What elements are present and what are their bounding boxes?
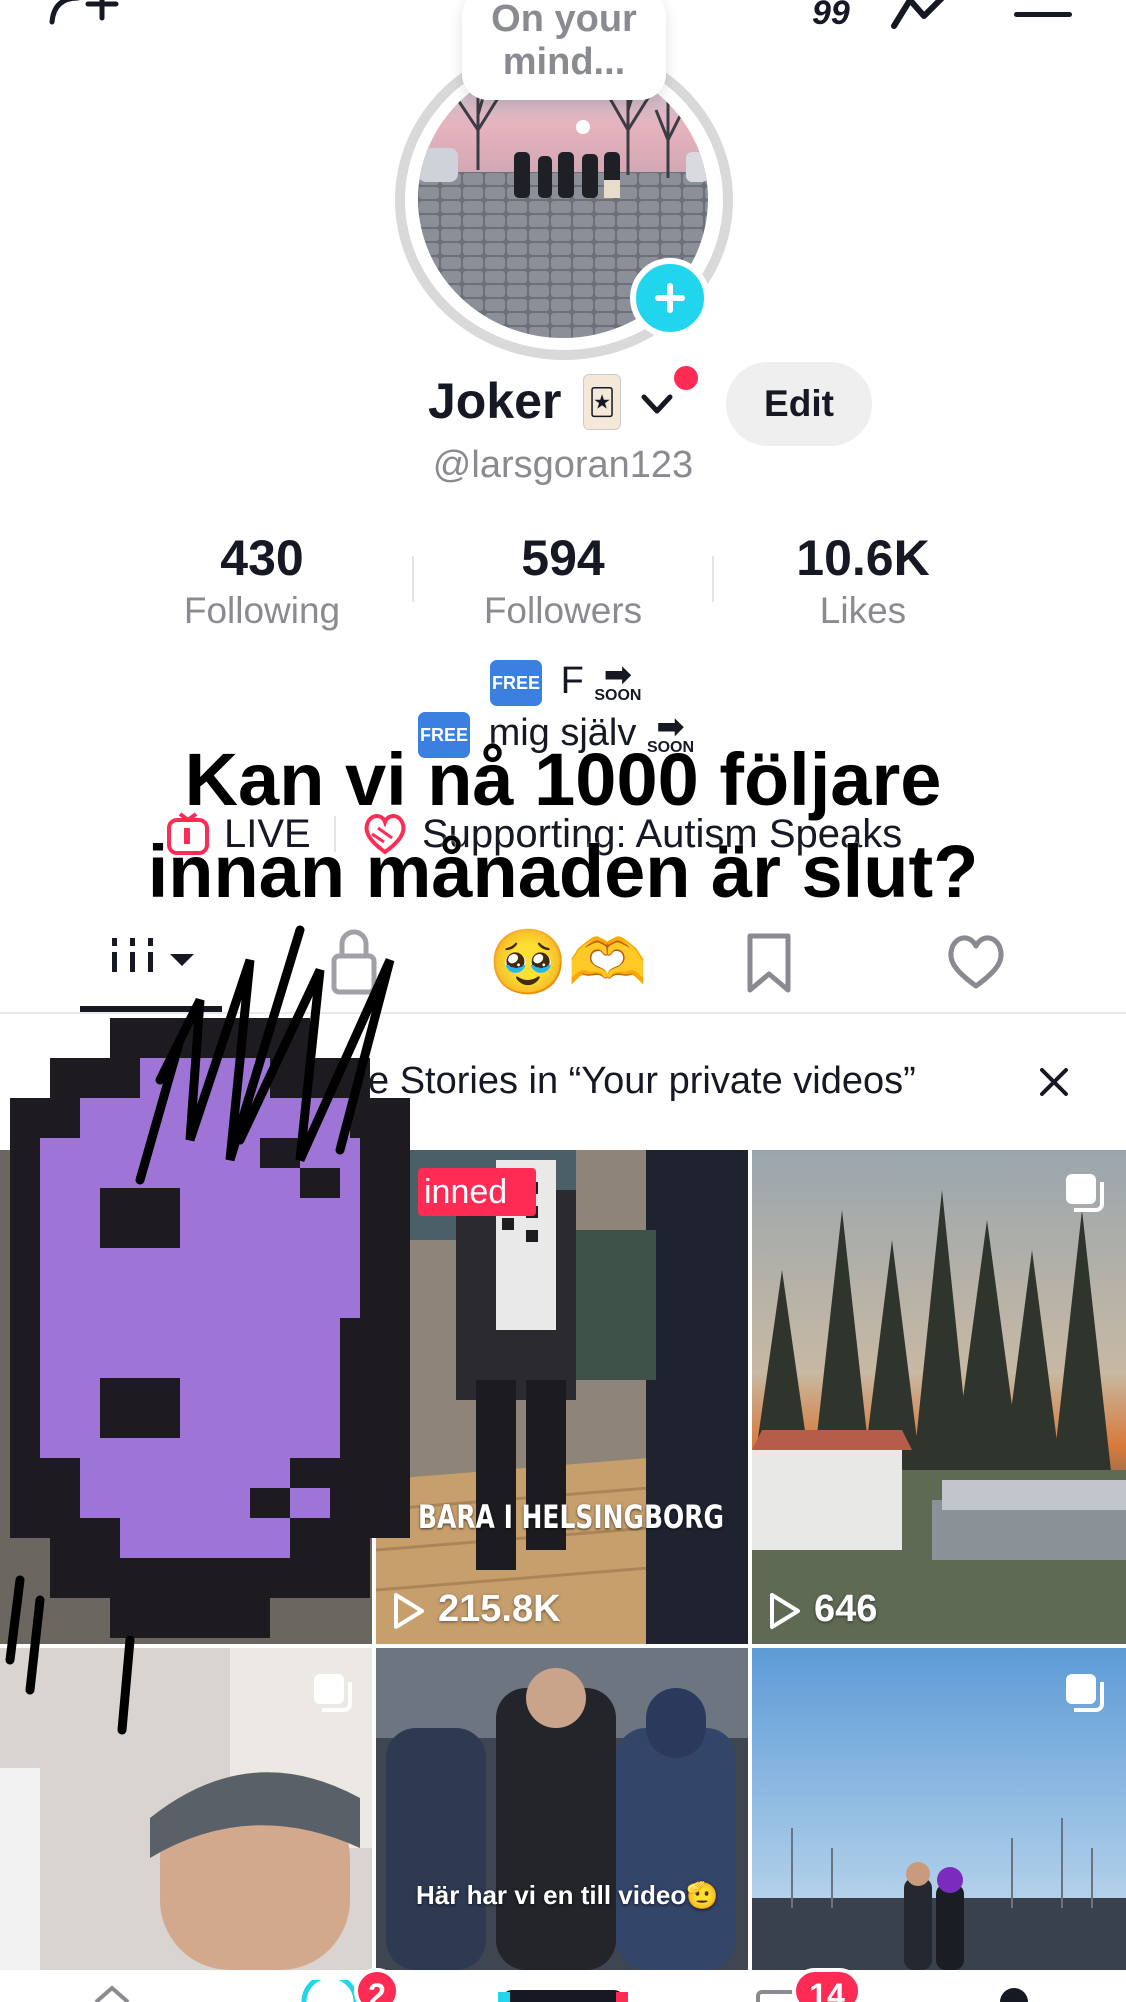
home-icon[interactable]: [92, 1984, 132, 2002]
video-caption: BARA I HELSINGBORG: [418, 1498, 724, 1536]
inbox-badge: 14: [792, 1968, 862, 2002]
soon-label: SOON: [594, 687, 642, 704]
add-friend-icon[interactable]: [48, 0, 120, 28]
view-count-value: 215.8K: [438, 1588, 561, 1630]
stat-divider: [412, 556, 414, 602]
stories-banner-text: e Stories in “Your private videos”: [368, 1060, 916, 1102]
view-count-value: 646: [814, 1588, 878, 1630]
tab-saved-bookmark-icon[interactable]: [744, 922, 794, 1002]
stat-following[interactable]: 430 Following: [142, 528, 382, 634]
stat-value: 430: [220, 530, 304, 586]
stat-label: Following: [183, 590, 341, 631]
notification-count: 99: [812, 0, 850, 32]
analytics-icon[interactable]: [890, 0, 960, 30]
stat-value: 594: [521, 530, 605, 586]
overlay-line-1: Kan vi nå 1000 följare: [184, 738, 942, 821]
stat-followers[interactable]: 594 Followers: [443, 528, 683, 634]
play-icon: [770, 1592, 800, 1629]
multi-photo-icon: [1066, 1174, 1104, 1212]
active-tab-underline: [80, 1006, 222, 1012]
video-thumbnail[interactable]: [752, 1150, 1126, 1644]
note-bubble[interactable]: On your mind...: [462, 0, 666, 100]
tab-liked-heart-icon[interactable]: [944, 922, 1008, 1002]
pinned-badge: inned: [418, 1168, 536, 1216]
tab-private-lock-icon[interactable]: [330, 922, 380, 1002]
content-tabs: 🥹🫶: [0, 910, 1126, 1014]
bio-line-1: FREE F ➡ SOON: [490, 656, 642, 706]
friends-icon[interactable]: [300, 1980, 360, 2002]
soon-arrow-icon: ➡ SOON: [594, 656, 642, 704]
video-caption: Här har vi en till video🫡: [416, 1880, 719, 1910]
video-thumbnail[interactable]: [376, 1648, 748, 1970]
view-count: 646: [768, 1588, 877, 1631]
chevron-down-icon[interactable]: [640, 387, 674, 421]
note-bubble-text: On your mind...: [491, 0, 637, 83]
add-story-button[interactable]: [630, 258, 710, 338]
profile-text-overlay: Kan vi nå 1000 följare innan månaden är …: [0, 734, 1126, 918]
menu-icon[interactable]: [1014, 0, 1072, 24]
profile-icon[interactable]: [994, 1984, 1034, 2002]
tab-favorites[interactable]: 🥹🫶: [488, 922, 647, 1002]
pixel-sticker-icon: [10, 1018, 410, 1638]
edit-profile-button[interactable]: Edit: [726, 362, 872, 446]
stat-label: Likes: [819, 590, 907, 631]
bio-line-1-text: F: [560, 660, 584, 703]
overlay-line-2: innan månaden är slut?: [147, 830, 979, 913]
stat-label: Followers: [483, 590, 643, 631]
username-handle: @larsgoran123: [432, 444, 694, 486]
note-bubble-tail: [576, 120, 590, 134]
free-icon: FREE: [490, 660, 542, 706]
multi-photo-icon: [1066, 1674, 1104, 1712]
stat-divider: [712, 556, 714, 602]
create-button[interactable]: [498, 1988, 628, 2002]
profile-name: Joker: [428, 373, 562, 429]
tab-videos[interactable]: [108, 922, 198, 1002]
account-switch-dot: [674, 366, 698, 390]
multi-photo-icon: [314, 1674, 352, 1712]
stat-likes[interactable]: 10.6K Likes: [743, 528, 983, 634]
joker-card-icon: 🃏: [583, 374, 621, 430]
close-icon[interactable]: [1036, 1064, 1072, 1100]
stat-value: 10.6K: [796, 530, 930, 586]
